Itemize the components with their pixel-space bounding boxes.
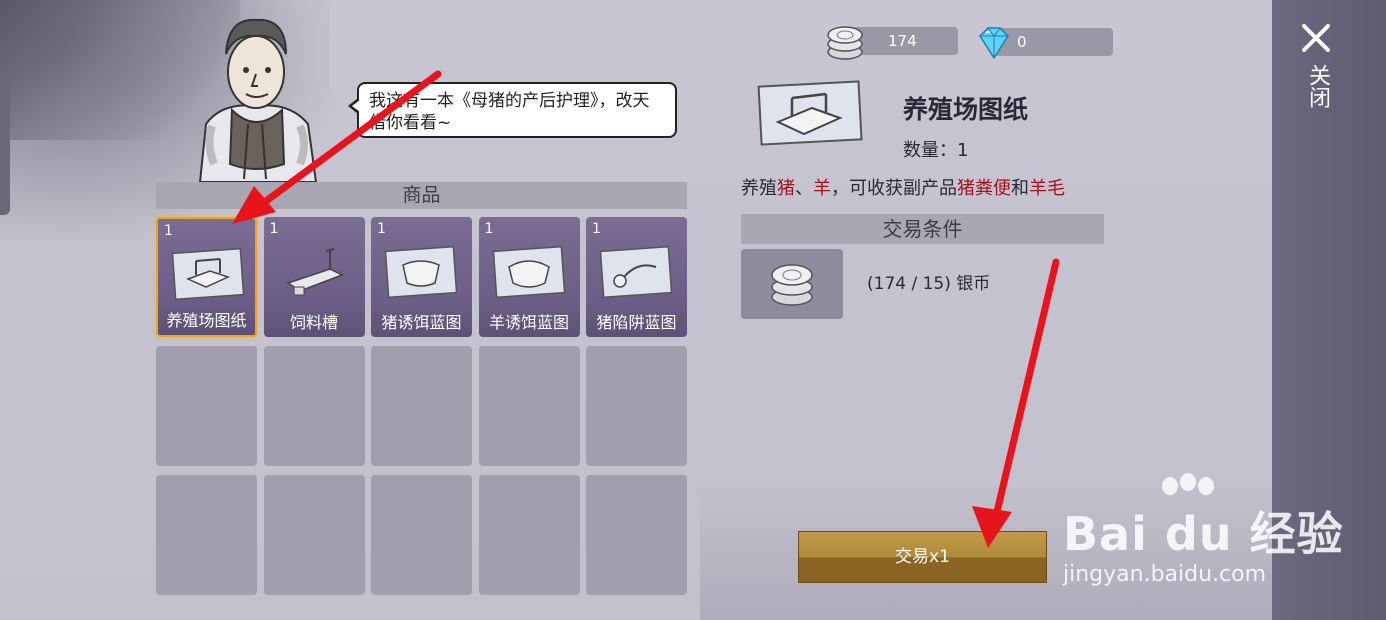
item-quantity: 数量：1 — [903, 140, 969, 161]
item-name: 羊诱饵蓝图 — [488, 313, 569, 332]
condition-item-box — [741, 249, 843, 319]
empty-slot[interactable] — [371, 475, 472, 595]
empty-slot[interactable] — [156, 346, 257, 466]
npc-dialog-text: 我这有一本《母猪的产后护理》，改天借你看看~ — [369, 91, 650, 133]
empty-slot[interactable] — [586, 475, 687, 595]
item-qty: 1 — [592, 221, 601, 237]
empty-slot[interactable] — [586, 346, 687, 466]
npc-speech-bubble: 我这有一本《母猪的产后护理》，改天借你看看~ — [348, 82, 677, 138]
blueprint-icon — [599, 245, 673, 299]
npc-portrait — [198, 18, 318, 182]
condition-text: (174 / 15) 银币 — [867, 274, 991, 294]
item-name: 饲料槽 — [289, 313, 338, 332]
watermark-brand: Bai du 经验 — [1063, 507, 1344, 561]
item-name: 猪诱饵蓝图 — [381, 313, 462, 332]
shop-grid: 1 养殖场图纸 1 饲料槽 1 猪诱饵蓝图 1 羊诱饵蓝图 1 猪陷阱蓝图 — [156, 217, 687, 595]
left-edge-tab[interactable] — [0, 80, 10, 215]
shop-item-5[interactable]: 1 猪陷阱蓝图 — [586, 217, 687, 337]
silver-coin-icon — [771, 264, 813, 306]
desc-highlight: 猪 — [777, 178, 795, 199]
trade-button[interactable]: 交易x1 — [798, 531, 1047, 583]
blueprint-icon — [384, 245, 458, 299]
empty-slot[interactable] — [156, 475, 257, 595]
desc-highlight: 羊 — [813, 178, 831, 199]
shop-item-3[interactable]: 1 猪诱饵蓝图 — [371, 217, 472, 337]
desc-text: 养殖 — [741, 178, 777, 199]
item-qty: 1 — [484, 221, 494, 237]
desc-text: 、 — [795, 178, 813, 199]
item-qty: 1 — [164, 223, 173, 239]
empty-slot[interactable] — [263, 346, 365, 466]
desc-highlight: 猪粪便 — [957, 178, 1011, 199]
close-label[interactable]: 关闭 — [1304, 64, 1330, 108]
blueprint-icon — [171, 247, 245, 301]
desc-text: ，可收获副产品 — [831, 178, 957, 199]
item-title: 养殖场图纸 — [903, 95, 1029, 124]
item-qty: 1 — [377, 221, 386, 237]
close-icon[interactable] — [1300, 22, 1332, 54]
item-name: 养殖场图纸 — [166, 311, 247, 330]
shop-item-4[interactable]: 1 羊诱饵蓝图 — [478, 217, 580, 337]
item-qty: 1 — [269, 221, 279, 237]
item-description: 养殖猪、羊，可收获副产品猪粪便和羊毛 — [741, 174, 1065, 200]
empty-slot[interactable] — [478, 475, 580, 595]
desc-text: 和 — [1011, 178, 1029, 199]
blueprint-icon — [757, 80, 863, 146]
feed-trough-icon — [285, 248, 344, 296]
shop-item-2[interactable]: 1 饲料槽 — [263, 217, 365, 337]
watermark-url: jingyan.baidu.com — [1063, 562, 1267, 587]
gem-amount: 0 — [1017, 33, 1027, 51]
empty-slot[interactable] — [263, 475, 365, 595]
shop-header: 商品 — [156, 182, 687, 209]
desc-highlight: 羊毛 — [1029, 178, 1065, 199]
diamond-icon — [979, 27, 1009, 60]
item-name: 猪陷阱蓝图 — [596, 313, 677, 332]
shop-item-1[interactable]: 1 养殖场图纸 — [156, 217, 257, 337]
silver-amount: 174 — [888, 32, 917, 50]
silver-coin-icon — [827, 26, 863, 60]
blueprint-icon — [492, 245, 565, 299]
empty-slot[interactable] — [371, 346, 472, 466]
empty-slot[interactable] — [478, 346, 580, 466]
trade-conditions-header: 交易条件 — [741, 214, 1104, 244]
